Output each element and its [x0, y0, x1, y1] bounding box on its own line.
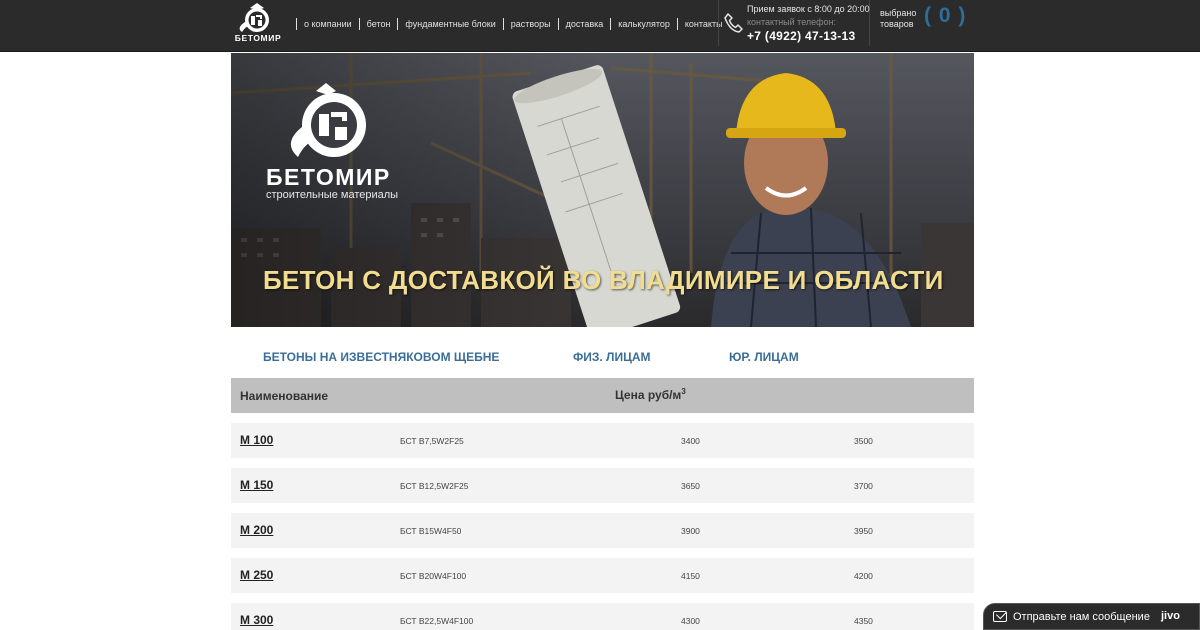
- product-code: БСТ В15W4F50: [400, 526, 462, 536]
- chat-widget-label: Отправьте нам сообщение: [1013, 611, 1150, 623]
- product-code: БСТ В22,5W4F100: [400, 616, 474, 626]
- chat-widget[interactable]: Отправьте нам сообщение jivo: [983, 603, 1200, 630]
- price-individuals: 4150: [681, 571, 700, 581]
- nav-item-mortars[interactable]: растворы: [502, 18, 558, 30]
- hero-brand-name: БЕТОМИР: [266, 164, 391, 190]
- phone-icon: [723, 12, 743, 34]
- nav-item-delivery[interactable]: доставка: [557, 18, 611, 30]
- cart-label[interactable]: выбрано товаров: [880, 8, 924, 30]
- nav-item-about[interactable]: о компании: [296, 18, 359, 30]
- product-name-link[interactable]: М 100: [240, 433, 273, 447]
- price-individuals: 3650: [681, 481, 700, 491]
- hero-title: БЕТОН С ДОСТАВКОЙ ВО ВЛАДИМИРЕ И ОБЛАСТИ: [263, 265, 944, 295]
- column-header-price: Цена руб/м3: [615, 387, 686, 402]
- hero-brand-subtitle: строительные материалы: [266, 189, 399, 201]
- price-legal-entities: 4350: [854, 616, 873, 626]
- main-nav: о компании бетон фундаментные блоки раст…: [296, 17, 730, 31]
- column-header-price-sup: 3: [681, 387, 686, 396]
- hero-banner: БЕТОМИР строительные материалы БЕТОН С Д…: [231, 53, 974, 327]
- chat-brand-logo: jivo: [1161, 610, 1180, 622]
- product-code: БСТ В20W4F100: [400, 571, 467, 581]
- product-code: БСТ В7,5W2F25: [400, 436, 464, 446]
- price-legal-entities: 3700: [854, 481, 873, 491]
- cart-label-line1: выбрано: [880, 8, 917, 18]
- price-table-header: Наименование Цена руб/м3: [231, 378, 974, 413]
- product-name-link[interactable]: М 250: [240, 568, 273, 582]
- work-hours: Прием заявок с 8:00 до 20:00: [747, 4, 870, 14]
- table-row: М 250 БСТ В20W4F100 4150 4200: [231, 558, 974, 593]
- nav-item-concrete[interactable]: бетон: [358, 18, 398, 30]
- product-name-link[interactable]: М 200: [240, 523, 273, 537]
- tab-legal-entities[interactable]: ЮР. ЛИЦАМ: [729, 350, 799, 364]
- price-individuals: 4300: [681, 616, 700, 626]
- table-row: М 150 БСТ В12,5W2F25 3650 3700: [231, 468, 974, 503]
- site-header: БЕТОМИР о компании бетон фундаментные бл…: [0, 0, 1200, 52]
- product-name-link[interactable]: М 150: [240, 478, 273, 492]
- product-name-link[interactable]: М 300: [240, 613, 273, 627]
- nav-item-calculator[interactable]: калькулятор: [610, 18, 677, 30]
- table-row: М 200 БСТ В15W4F50 3900 3950: [231, 513, 974, 548]
- table-row: М 100 БСТ В7,5W2F25 3400 3500: [231, 423, 974, 458]
- column-header-name: Наименование: [240, 389, 329, 403]
- header-brand-name: БЕТОМИР: [234, 33, 282, 43]
- contact-phone-label: контактный телефон:: [747, 17, 837, 27]
- price-tabs: БЕТОНЫ НА ИЗВЕСТНЯКОВОМ ЩЕБНЕ ФИЗ. ЛИЦАМ…: [231, 350, 974, 366]
- nav-item-foundation-blocks[interactable]: фундаментные блоки: [397, 18, 502, 30]
- cart-label-line2: товаров: [880, 19, 914, 29]
- price-legal-entities: 4200: [854, 571, 873, 581]
- product-code: БСТ В12,5W2F25: [400, 481, 469, 491]
- price-individuals: 3400: [681, 436, 700, 446]
- contact-box: Прием заявок с 8:00 до 20:00 контактный …: [718, 0, 870, 46]
- contact-phone[interactable]: +7 (4922) 47-13-13: [747, 29, 855, 43]
- price-legal-entities: 3950: [854, 526, 873, 536]
- column-header-price-text: Цена руб/м: [615, 388, 682, 402]
- tab-individuals[interactable]: ФИЗ. ЛИЦАМ: [573, 350, 651, 364]
- cart-count[interactable]: ( 0 ): [924, 4, 966, 28]
- message-icon: [993, 611, 1007, 622]
- price-legal-entities: 3500: [854, 436, 873, 446]
- price-individuals: 3900: [681, 526, 700, 536]
- table-row: М 300 БСТ В22,5W4F100 4300 4350: [231, 603, 974, 630]
- tab-limestone-concrete[interactable]: БЕТОНЫ НА ИЗВЕСТНЯКОВОМ ЩЕБНЕ: [263, 350, 499, 364]
